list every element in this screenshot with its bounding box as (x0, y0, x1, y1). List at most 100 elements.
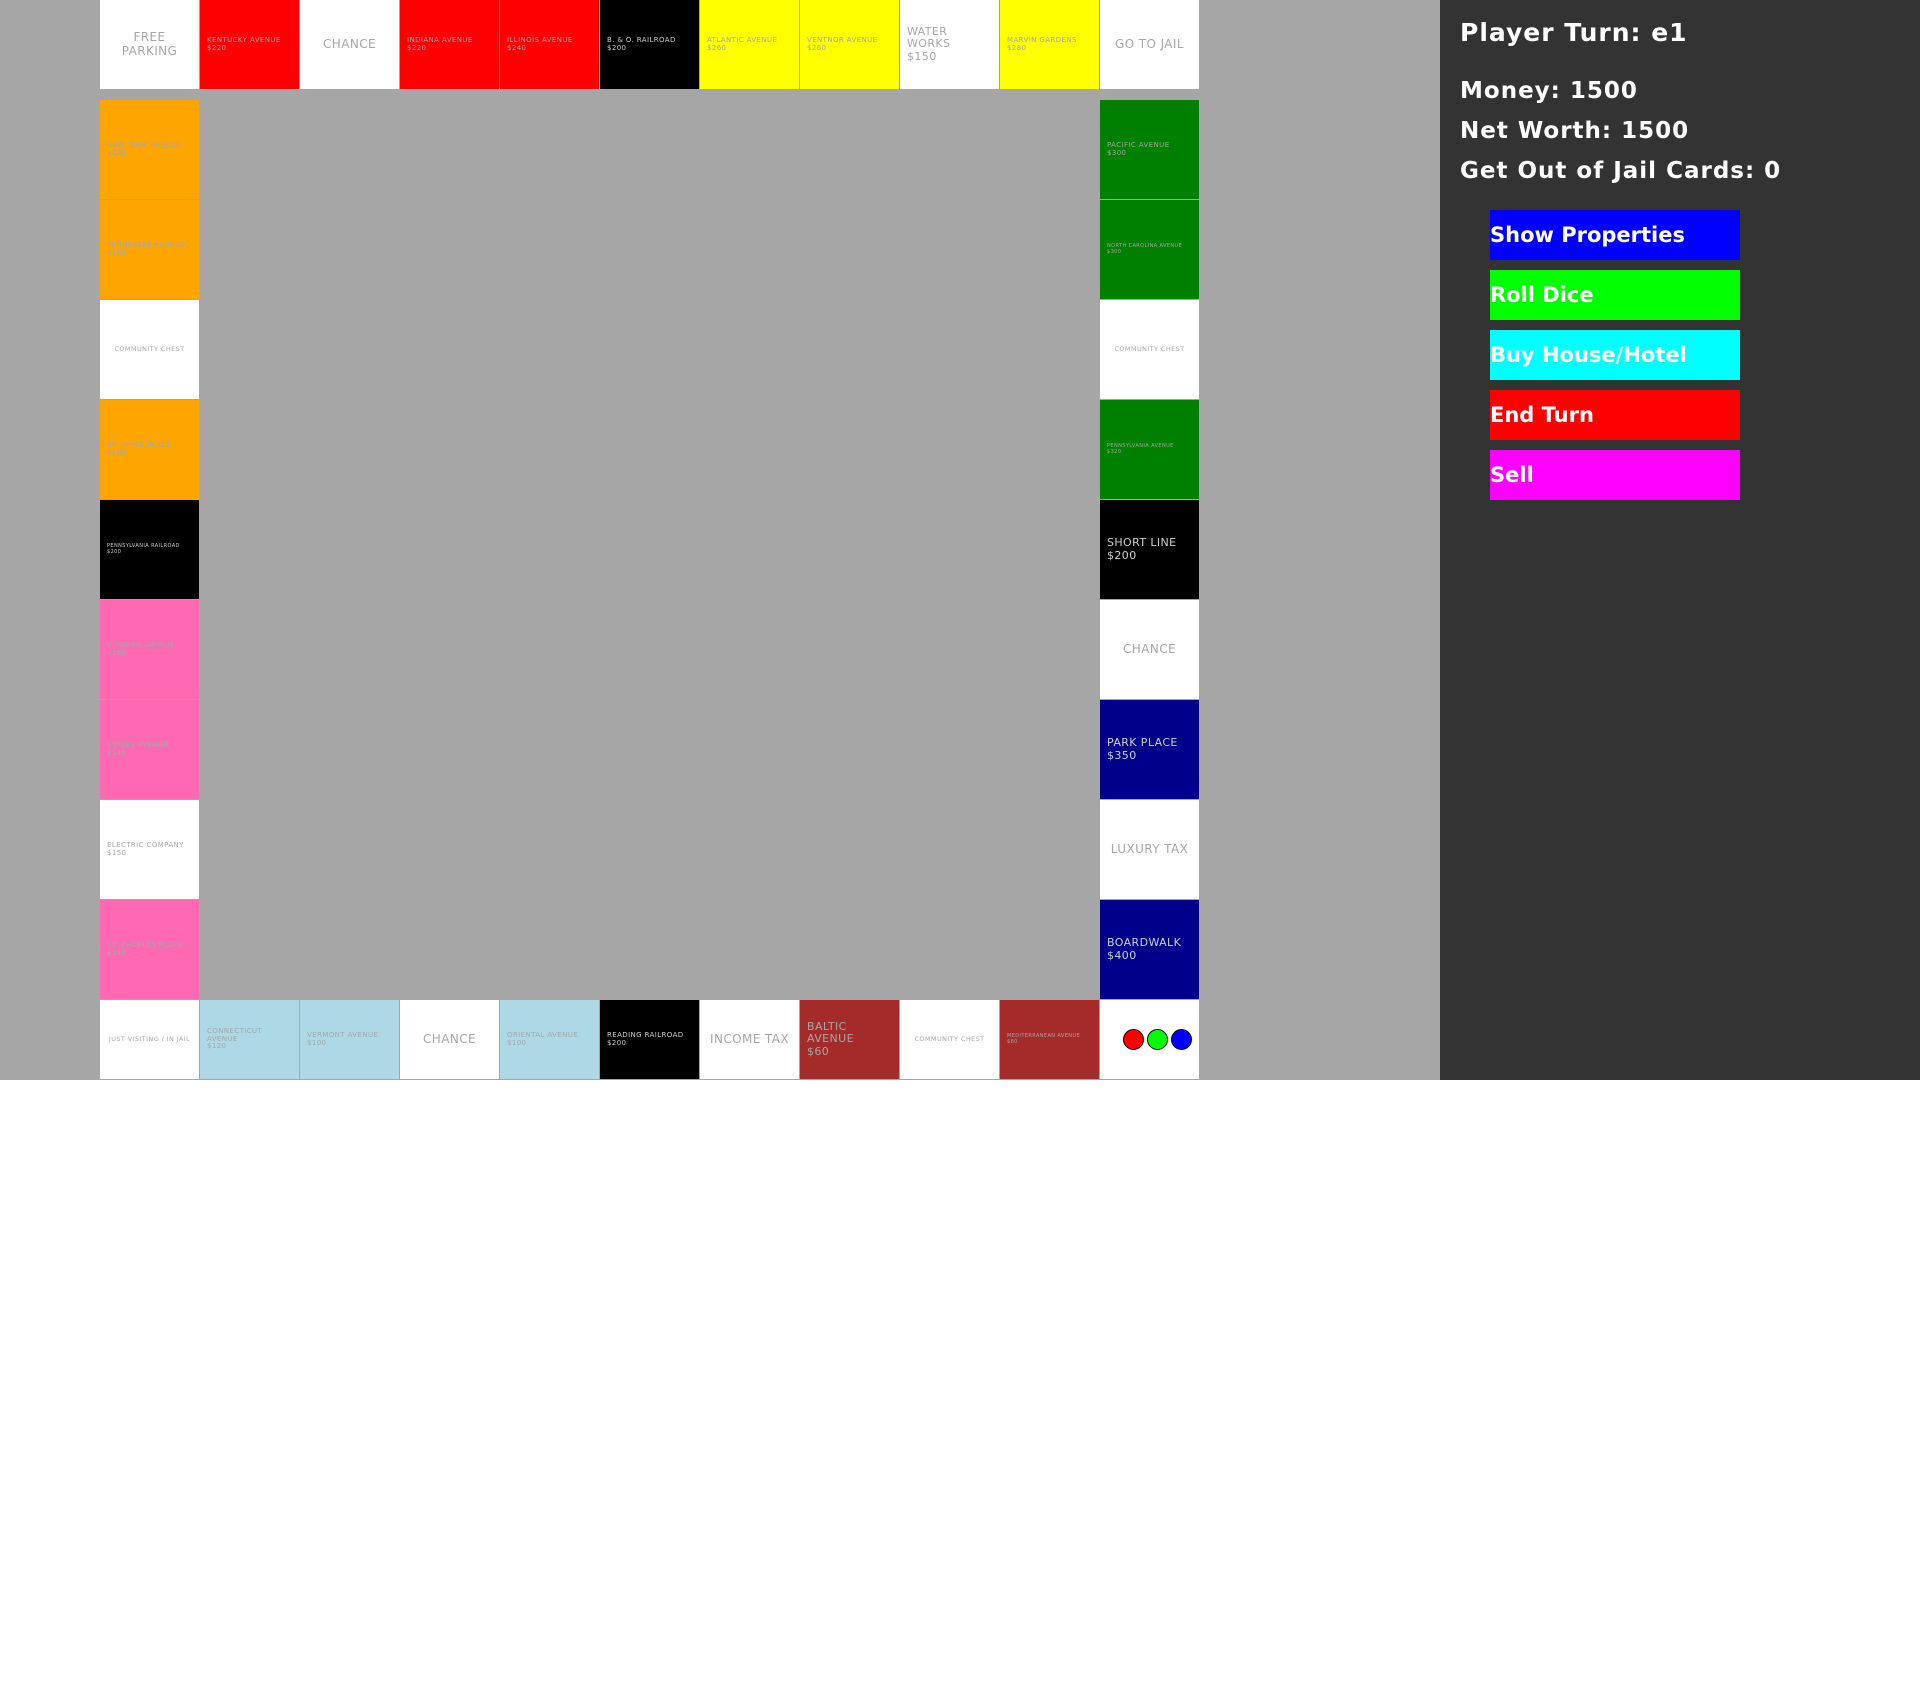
space-community-chest-bottom[interactable]: Community Chest (900, 1000, 1000, 1080)
space-illinois-avenue[interactable]: Illinois Avenue $240 (500, 0, 600, 90)
space-free-parking[interactable]: Free Parking (100, 0, 200, 90)
space-label: Chance (1123, 641, 1176, 656)
space-chance-right[interactable]: Chance (1100, 600, 1200, 700)
space-marvin-gardens[interactable]: Marvin Gardens $280 (1000, 0, 1100, 90)
space-label: B. & O. Railroad $200 (607, 35, 676, 52)
space-label: New York Avenue $200 (107, 140, 182, 157)
space-label: Pennsylvania Avenue $320 (1107, 443, 1174, 455)
space-water-works[interactable]: Water Works $150 (900, 0, 1000, 90)
space-label: Vermont Avenue $100 (307, 1030, 379, 1047)
space-label: Tennessee Avenue $180 (107, 240, 186, 257)
space-label: Kentucky Avenue $220 (207, 35, 281, 52)
space-label: Oriental Avenue $100 (507, 1030, 579, 1047)
space-label: Reading Railroad $200 (607, 1030, 684, 1047)
space-luxury-tax[interactable]: Luxury Tax (1100, 800, 1200, 900)
space-go-to-jail[interactable]: Go to Jail (1100, 0, 1200, 90)
space-short-line[interactable]: Short Line $200 (1100, 500, 1200, 600)
space-label: Just Visiting / In Jail (108, 1034, 191, 1043)
space-oriental-avenue[interactable]: Oriental Avenue $100 (500, 1000, 600, 1080)
space-mediterranean-avenue[interactable]: Mediterranean Avenue $60 (1000, 1000, 1100, 1080)
player-token-2[interactable] (1147, 1029, 1168, 1050)
space-community-chest-right[interactable]: Community Chest (1100, 300, 1200, 400)
player-token-3[interactable] (1171, 1029, 1192, 1050)
show-properties-label: Show Properties (1490, 223, 1685, 247)
space-label: Mediterranean Avenue $60 (1007, 1033, 1081, 1045)
monopoly-board: Free Parking Kentucky Avenue $220 Chance In… (100, 0, 1200, 1080)
space-park-place[interactable]: Park Place $350 (1100, 700, 1200, 800)
end-turn-button[interactable]: End Turn (1490, 390, 1740, 440)
show-properties-button[interactable]: Show Properties (1490, 210, 1740, 260)
space-chance-bottom[interactable]: Chance (400, 1000, 500, 1080)
space-label: Connecticut Avenue $120 (207, 1026, 263, 1051)
space-label: Marvin Gardens $280 (1007, 35, 1077, 52)
space-kentucky-avenue[interactable]: Kentucky Avenue $220 (200, 0, 300, 90)
space-electric-company[interactable]: Electric Company $150 (100, 800, 200, 900)
space-label: Ventnor Avenue $260 (807, 35, 878, 52)
space-new-york-avenue[interactable]: New York Avenue $200 (100, 100, 200, 200)
space-income-tax[interactable]: Income Tax (700, 1000, 800, 1080)
space-boardwalk[interactable]: Boardwalk $400 (1100, 900, 1200, 1000)
space-go[interactable] (1100, 1000, 1200, 1080)
space-label: Electric Company $150 (107, 840, 184, 857)
space-north-carolina-avenue[interactable]: North Carolina Avenue $300 (1100, 200, 1200, 300)
space-label: Short Line $200 (1107, 536, 1177, 562)
space-label: St. Charles Place $140 (107, 940, 184, 957)
space-label: States Avenue $140 (107, 740, 169, 757)
space-connecticut-avenue[interactable]: Connecticut Avenue $120 (200, 1000, 300, 1080)
space-tennessee-avenue[interactable]: Tennessee Avenue $180 (100, 200, 200, 300)
space-label: Income Tax (710, 1031, 789, 1046)
space-ventnor-avenue[interactable]: Ventnor Avenue $260 (800, 0, 900, 90)
space-st-charles-place[interactable]: St. Charles Place $140 (100, 900, 200, 1000)
space-b-and-o-railroad[interactable]: B. & O. Railroad $200 (600, 0, 700, 90)
end-turn-label: End Turn (1490, 403, 1594, 427)
space-community-chest-left[interactable]: Community Chest (100, 300, 200, 400)
space-pacific-avenue[interactable]: Pacific Avenue $300 (1100, 100, 1200, 200)
space-label: North Carolina Avenue $300 (1107, 243, 1183, 255)
space-virginia-avenue[interactable]: Virginia Avenue $160 (100, 600, 200, 700)
space-baltic-avenue[interactable]: Baltic Avenue $60 (800, 1000, 900, 1080)
space-label: Water Works $150 (907, 25, 951, 63)
space-label: Luxury Tax (1110, 841, 1189, 856)
space-label: Park Place $350 (1107, 736, 1178, 762)
net-worth-label: Net Worth: 1500 (1460, 118, 1690, 144)
space-label: St. James Place $180 (107, 440, 172, 457)
space-vermont-avenue[interactable]: Vermont Avenue $100 (300, 1000, 400, 1080)
space-label: Go to Jail (1115, 36, 1184, 51)
space-label: Indiana Avenue $220 (407, 35, 473, 52)
game-screen: Free Parking Kentucky Avenue $220 Chance In… (0, 0, 1920, 1080)
sell-button[interactable]: Sell (1490, 450, 1740, 500)
space-indiana-avenue[interactable]: Indiana Avenue $220 (400, 0, 500, 90)
player-panel: Player Turn: e1 Money: 1500 Net Worth: 1… (1440, 0, 1920, 1080)
space-label: Community Chest (1114, 344, 1185, 353)
player-turn-label: Player Turn: e1 (1460, 18, 1688, 47)
buy-house-hotel-button[interactable]: Buy House/Hotel (1490, 330, 1740, 380)
space-states-avenue[interactable]: States Avenue $140 (100, 700, 200, 800)
player-token-1[interactable] (1123, 1029, 1144, 1050)
space-reading-railroad[interactable]: Reading Railroad $200 (600, 1000, 700, 1080)
space-label: Baltic Avenue $60 (807, 1020, 854, 1058)
space-label: Virginia Avenue $160 (107, 640, 175, 657)
roll-dice-label: Roll Dice (1490, 283, 1594, 307)
space-label: Boardwalk $400 (1107, 936, 1182, 962)
buy-house-hotel-label: Buy House/Hotel (1490, 343, 1687, 367)
space-label: Free Parking (121, 30, 178, 58)
space-st-james-place[interactable]: St. James Place $180 (100, 400, 200, 500)
money-label: Money: 1500 (1460, 78, 1638, 104)
space-chance-top[interactable]: Chance (300, 0, 400, 90)
space-label: Illinois Avenue $240 (507, 35, 573, 52)
space-just-visiting[interactable]: Just Visiting / In Jail (100, 1000, 200, 1080)
space-label: Chance (323, 36, 376, 51)
player-tokens (1100, 1029, 1199, 1050)
space-label: Community Chest (114, 344, 185, 353)
jail-cards-label: Get Out of Jail Cards: 0 (1460, 158, 1782, 184)
roll-dice-button[interactable]: Roll Dice (1490, 270, 1740, 320)
space-label: Community Chest (914, 1034, 985, 1043)
space-label: Atlantic Avenue $260 (707, 35, 778, 52)
space-label: Pacific Avenue $300 (1107, 140, 1170, 157)
space-atlantic-avenue[interactable]: Atlantic Avenue $260 (700, 0, 800, 90)
space-label: Chance (423, 1031, 476, 1046)
space-pennsylvania-avenue[interactable]: Pennsylvania Avenue $320 (1100, 400, 1200, 500)
space-pennsylvania-railroad[interactable]: Pennsylvania Railroad $200 (100, 500, 200, 600)
sell-label: Sell (1490, 463, 1534, 487)
space-label: Pennsylvania Railroad $200 (107, 543, 180, 555)
